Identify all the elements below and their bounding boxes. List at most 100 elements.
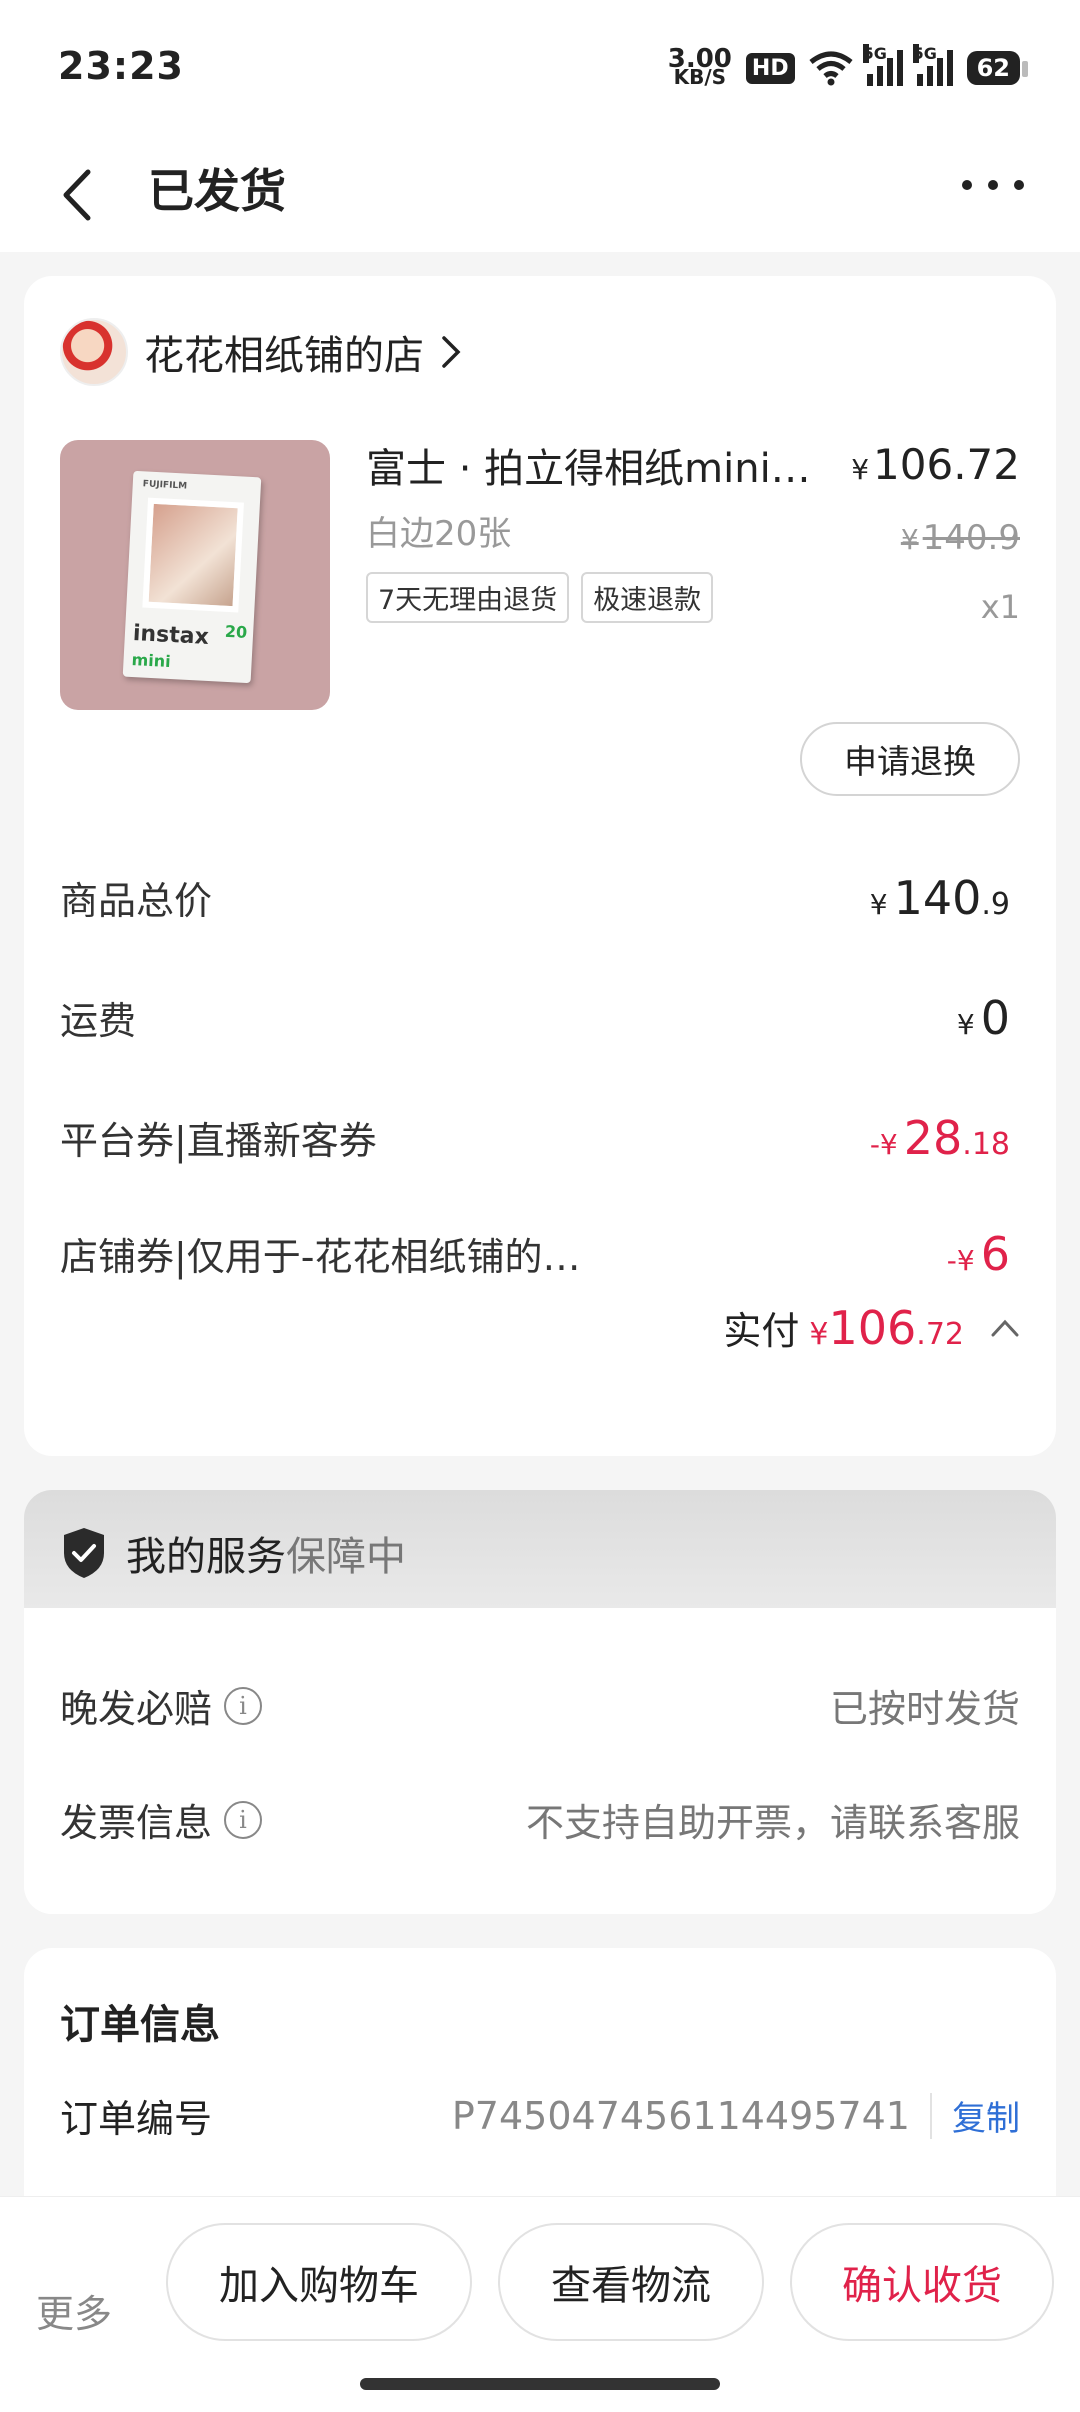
product-photo <box>142 497 244 613</box>
goods-total-dec: .9 <box>981 886 1010 922</box>
product-box-art: FUJIFILM instax mini 20 <box>122 470 262 684</box>
service-label: 发票信息 i <box>60 1792 263 1847</box>
service-title-main: 我的服务 <box>126 1534 286 1580</box>
app-header: 已发货 <box>0 140 1080 252</box>
paid-int: 106 <box>828 1300 917 1355</box>
service-row-invoice: 发票信息 i 不支持自助开票，请联系客服 <box>60 1792 1020 1847</box>
signal-icon: 5G <box>862 44 903 86</box>
platform-coupon-int: 28 <box>903 1110 963 1165</box>
back-icon[interactable] <box>52 162 112 228</box>
service-title: 我的服务保障中 <box>126 1524 406 1582</box>
paid-dec: .72 <box>916 1316 964 1352</box>
shop-coupon-row: 店铺券|仅用于-花花相纸铺的… -¥ 6 <box>60 1226 1010 1281</box>
product-title[interactable]: 富士 · 拍立得相纸mini… <box>366 436 826 494</box>
product-price: ¥106.72 <box>851 440 1020 489</box>
order-info-title: 订单信息 <box>60 2002 220 2048</box>
confirm-receipt-button[interactable]: 确认收货 <box>790 2223 1054 2341</box>
divider <box>930 2092 932 2139</box>
product-brand-name: instax <box>132 621 210 650</box>
original-price-value: 140.9 <box>922 518 1020 558</box>
goods-total-int: 140 <box>893 870 982 925</box>
info-icon[interactable]: i <box>224 1800 263 1839</box>
more-icon[interactable] <box>962 180 1024 190</box>
platform-coupon-prefix: -¥ <box>869 1127 898 1161</box>
signal-tag: 5G <box>912 44 937 63</box>
more-button[interactable]: 更多 <box>36 2283 112 2338</box>
product-count: 20 <box>224 621 248 642</box>
goods-total-row: 商品总价 ¥140.9 <box>60 870 1010 925</box>
invoice-label: 发票信息 <box>60 1801 213 1845</box>
copy-button[interactable]: 复制 <box>952 2091 1020 2140</box>
shop-name: 花花相纸铺的店 <box>144 333 424 379</box>
view-logistics-button[interactable]: 查看物流 <box>498 2223 764 2341</box>
network-speed: 3.00 KB/S <box>668 46 732 89</box>
paid-total[interactable]: 实付 ¥106.72 <box>723 1300 1020 1355</box>
product-tag: 7天无理由退货 <box>366 572 570 623</box>
service-row-late-delivery: 晚发必赔 i 已按时发货 <box>60 1678 1020 1733</box>
shipping-amount: 0 <box>980 990 1010 1045</box>
hd-badge: HD <box>745 52 795 84</box>
platform-coupon-dec: .18 <box>962 1126 1010 1162</box>
invoice-value: 不支持自助开票，请联系客服 <box>525 1801 1020 1845</box>
page-title: 已发货 <box>148 164 286 218</box>
shipping-currency: ¥ <box>956 1007 975 1041</box>
wifi-icon <box>809 51 853 86</box>
order-number-row: 订单编号 P745047456114495741 复制 <box>60 2088 1020 2143</box>
late-delivery-label: 晚发必赔 <box>60 1687 213 1731</box>
platform-coupon-label: 平台券|直播新客券 <box>60 1119 377 1163</box>
order-number-group: P745047456114495741 复制 <box>452 2091 1020 2140</box>
shop-link[interactable]: 花花相纸铺的店 <box>60 318 462 386</box>
product-brand-sub: mini <box>131 649 172 671</box>
chevron-right-icon <box>442 336 461 368</box>
order-card: 花花相纸铺的店 FUJIFILM instax mini 20 富士 · 拍立得… <box>24 276 1056 1456</box>
status-time: 23:23 <box>58 44 184 88</box>
goods-total-value: ¥140.9 <box>870 871 1010 925</box>
shop-avatar <box>60 318 128 386</box>
status-bar: 23:23 3.00 KB/S HD 5G 5G 62 <box>0 0 1080 140</box>
add-to-cart-button[interactable]: 加入购物车 <box>166 2223 472 2341</box>
platform-coupon-value: -¥ 28.18 <box>870 1111 1010 1165</box>
service-label: 晚发必赔 i <box>60 1678 263 1733</box>
service-header: 我的服务保障中 <box>60 1524 406 1582</box>
home-indicator[interactable] <box>360 2378 720 2390</box>
shipping-value: ¥0 <box>957 991 1010 1045</box>
paid-value: ¥106.72 <box>809 1301 964 1355</box>
late-delivery-value: 已按时发货 <box>829 1687 1020 1731</box>
shop-coupon-amount: 6 <box>980 1226 1010 1281</box>
price-value: 106.72 <box>873 440 1020 489</box>
product-image[interactable]: FUJIFILM instax mini 20 <box>60 440 330 710</box>
battery-icon: 62 <box>966 51 1029 85</box>
signal-icon: 5G <box>912 44 953 86</box>
product-spec: 白边20张 <box>366 514 512 554</box>
service-body: 晚发必赔 i 已按时发货 发票信息 i 不支持自助开票，请联系客服 <box>24 1608 1056 1914</box>
product-tags: 7天无理由退货 极速退款 <box>366 572 714 623</box>
paid-label: 实付 <box>723 1309 800 1353</box>
shop-coupon-value: -¥ 6 <box>947 1227 1010 1281</box>
product-tag: 极速退款 <box>581 572 714 623</box>
shipping-label: 运费 <box>60 999 137 1043</box>
shield-icon <box>64 1528 104 1578</box>
chevron-up-icon[interactable] <box>990 1318 1020 1338</box>
return-exchange-button[interactable]: 申请退换 <box>800 722 1020 796</box>
shop-coupon-prefix: -¥ <box>946 1243 975 1277</box>
signal-tag: 5G <box>862 44 887 63</box>
order-number-value: P745047456114495741 <box>451 2093 910 2138</box>
network-speed-unit: KB/S <box>673 65 727 89</box>
info-icon[interactable]: i <box>224 1686 263 1725</box>
service-status: 保障中 <box>286 1534 406 1580</box>
paid-currency: ¥ <box>809 1316 829 1352</box>
product-maker: FUJIFILM <box>142 479 188 492</box>
order-info-card: 订单信息 订单编号 P745047456114495741 复制 <box>24 1948 1056 2208</box>
goods-total-currency: ¥ <box>869 887 888 921</box>
product-quantity: x1 <box>980 588 1020 626</box>
platform-coupon-row: 平台券|直播新客券 -¥ 28.18 <box>60 1110 1010 1165</box>
price-currency: ¥ <box>851 453 870 486</box>
product-original-price: ¥140.9 <box>901 518 1020 558</box>
original-price-currency: ¥ <box>900 523 919 556</box>
order-number-label: 订单编号 <box>60 2097 213 2141</box>
status-icons: 3.00 KB/S HD 5G 5G 62 <box>668 44 1029 90</box>
service-card: 我的服务保障中 晚发必赔 i 已按时发货 发票信息 i 不支持自助开票，请联系客… <box>24 1490 1056 1914</box>
goods-total-label: 商品总价 <box>60 879 213 923</box>
shop-coupon-label: 店铺券|仅用于-花花相纸铺的… <box>60 1235 581 1279</box>
shipping-row: 运费 ¥0 <box>60 990 1010 1045</box>
